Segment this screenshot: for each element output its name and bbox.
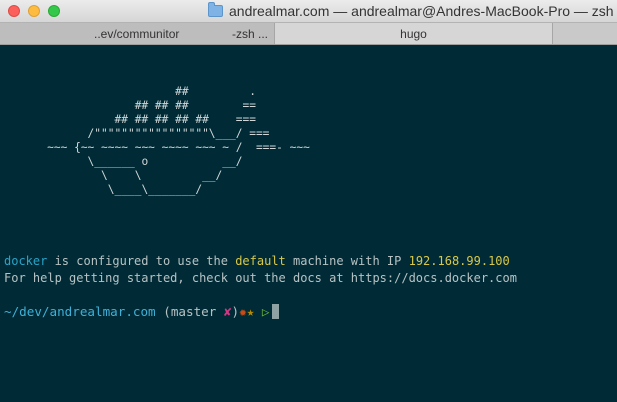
config-text-a: is configured to use the	[47, 254, 236, 268]
tab-hugo-label: hugo	[400, 26, 427, 41]
config-text-b: machine with IP	[285, 254, 409, 268]
git-dirty-icon: ✘	[223, 304, 232, 319]
docker-whale-ascii-art: ## . ## ## ## == ## ## ## ## ## === /"""…	[47, 85, 310, 196]
prompt-arrow-icon: ▷	[254, 304, 270, 319]
tab-bar-empty-area[interactable]	[553, 23, 617, 44]
docker-config-line: docker is configured to use the default …	[4, 253, 510, 269]
terminal-area[interactable]: ## . ## ## ## == ## ## ## ## ## === /"""…	[0, 45, 617, 402]
tab-communitor[interactable]: ..ev/communitor -zsh ...	[0, 23, 275, 44]
maximize-window-button[interactable]	[48, 5, 60, 17]
close-window-button[interactable]	[8, 5, 20, 17]
machine-ip: 192.168.99.100	[408, 254, 510, 268]
shell-prompt[interactable]: ~/dev/andrealmar.com (master ✘)✹★ ▷	[4, 304, 280, 320]
tab-communitor-label: ..ev/communitor	[94, 26, 180, 41]
modified-icon: ✹	[239, 304, 247, 319]
docker-help-line: For help getting started, check out the …	[4, 271, 517, 285]
window-title: andrealmar.com — andrealmar@Andres-MacBo…	[208, 2, 617, 20]
tab-bar: ..ev/communitor -zsh ... hugo	[0, 23, 617, 45]
minimize-window-button[interactable]	[28, 5, 40, 17]
machine-name: default	[235, 254, 286, 268]
tab-hugo[interactable]: hugo	[275, 23, 553, 44]
window-title-text: andrealmar.com — andrealmar@Andres-MacBo…	[229, 3, 617, 19]
folder-icon	[208, 2, 223, 17]
tab-communitor-process: -zsh ...	[232, 26, 269, 41]
text-cursor	[272, 304, 280, 319]
terminal-window: andrealmar.com — andrealmar@Andres-MacBo…	[0, 0, 617, 402]
prompt-path: ~/dev/andrealmar.com	[4, 304, 156, 319]
docker-word: docker	[4, 254, 48, 268]
git-branch-close: )	[231, 304, 240, 319]
title-bar[interactable]: andrealmar.com — andrealmar@Andres-MacBo…	[0, 0, 617, 23]
git-branch-open: (master	[155, 304, 224, 319]
